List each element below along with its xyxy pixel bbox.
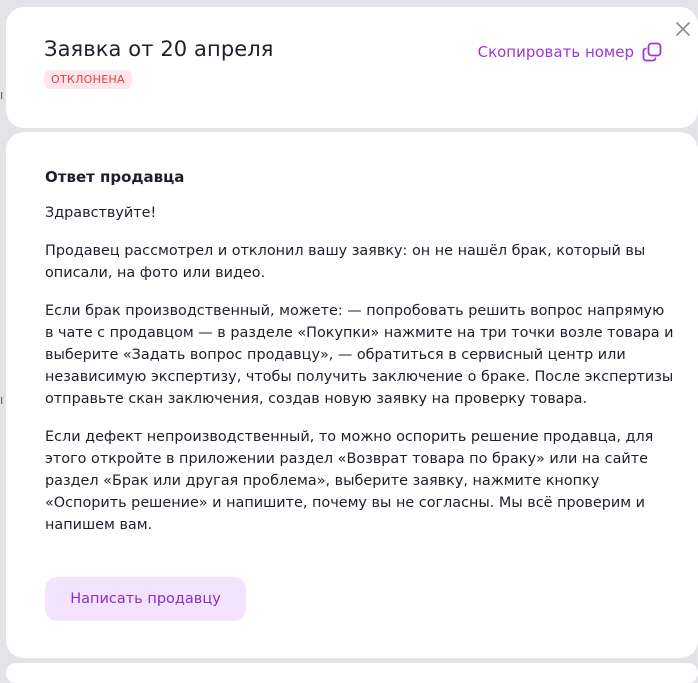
page-title: Заявка от 20 апреля <box>44 37 274 61</box>
response-paragraph: Если брак производственный, можете: — по… <box>45 303 674 407</box>
copy-icon <box>642 42 662 62</box>
request-header-card: Заявка от 20 апреля ОТКЛОНЕНА Скопироват… <box>6 7 698 128</box>
close-icon[interactable] <box>674 20 692 38</box>
response-paragraph: Если дефект непроизводственный, то можно… <box>45 429 654 533</box>
status-badge: ОТКЛОНЕНА <box>44 70 132 89</box>
response-paragraph: Продавец рассмотрел и отклонил вашу заяв… <box>45 243 646 281</box>
response-paragraph: Здравствуйте! <box>45 205 157 221</box>
copy-number-button[interactable]: Скопировать номер <box>478 42 662 62</box>
write-seller-button[interactable]: Написать продавцу <box>45 577 246 621</box>
section-title: Ответ продавца <box>45 168 185 186</box>
response-text: Здравствуйте! Продавец рассмотрел и откл… <box>45 202 675 552</box>
copy-number-label: Скопировать номер <box>477 43 634 61</box>
seller-response-card: Ответ продавца Здравствуйте! Продавец ра… <box>6 132 698 658</box>
next-card <box>6 663 698 683</box>
